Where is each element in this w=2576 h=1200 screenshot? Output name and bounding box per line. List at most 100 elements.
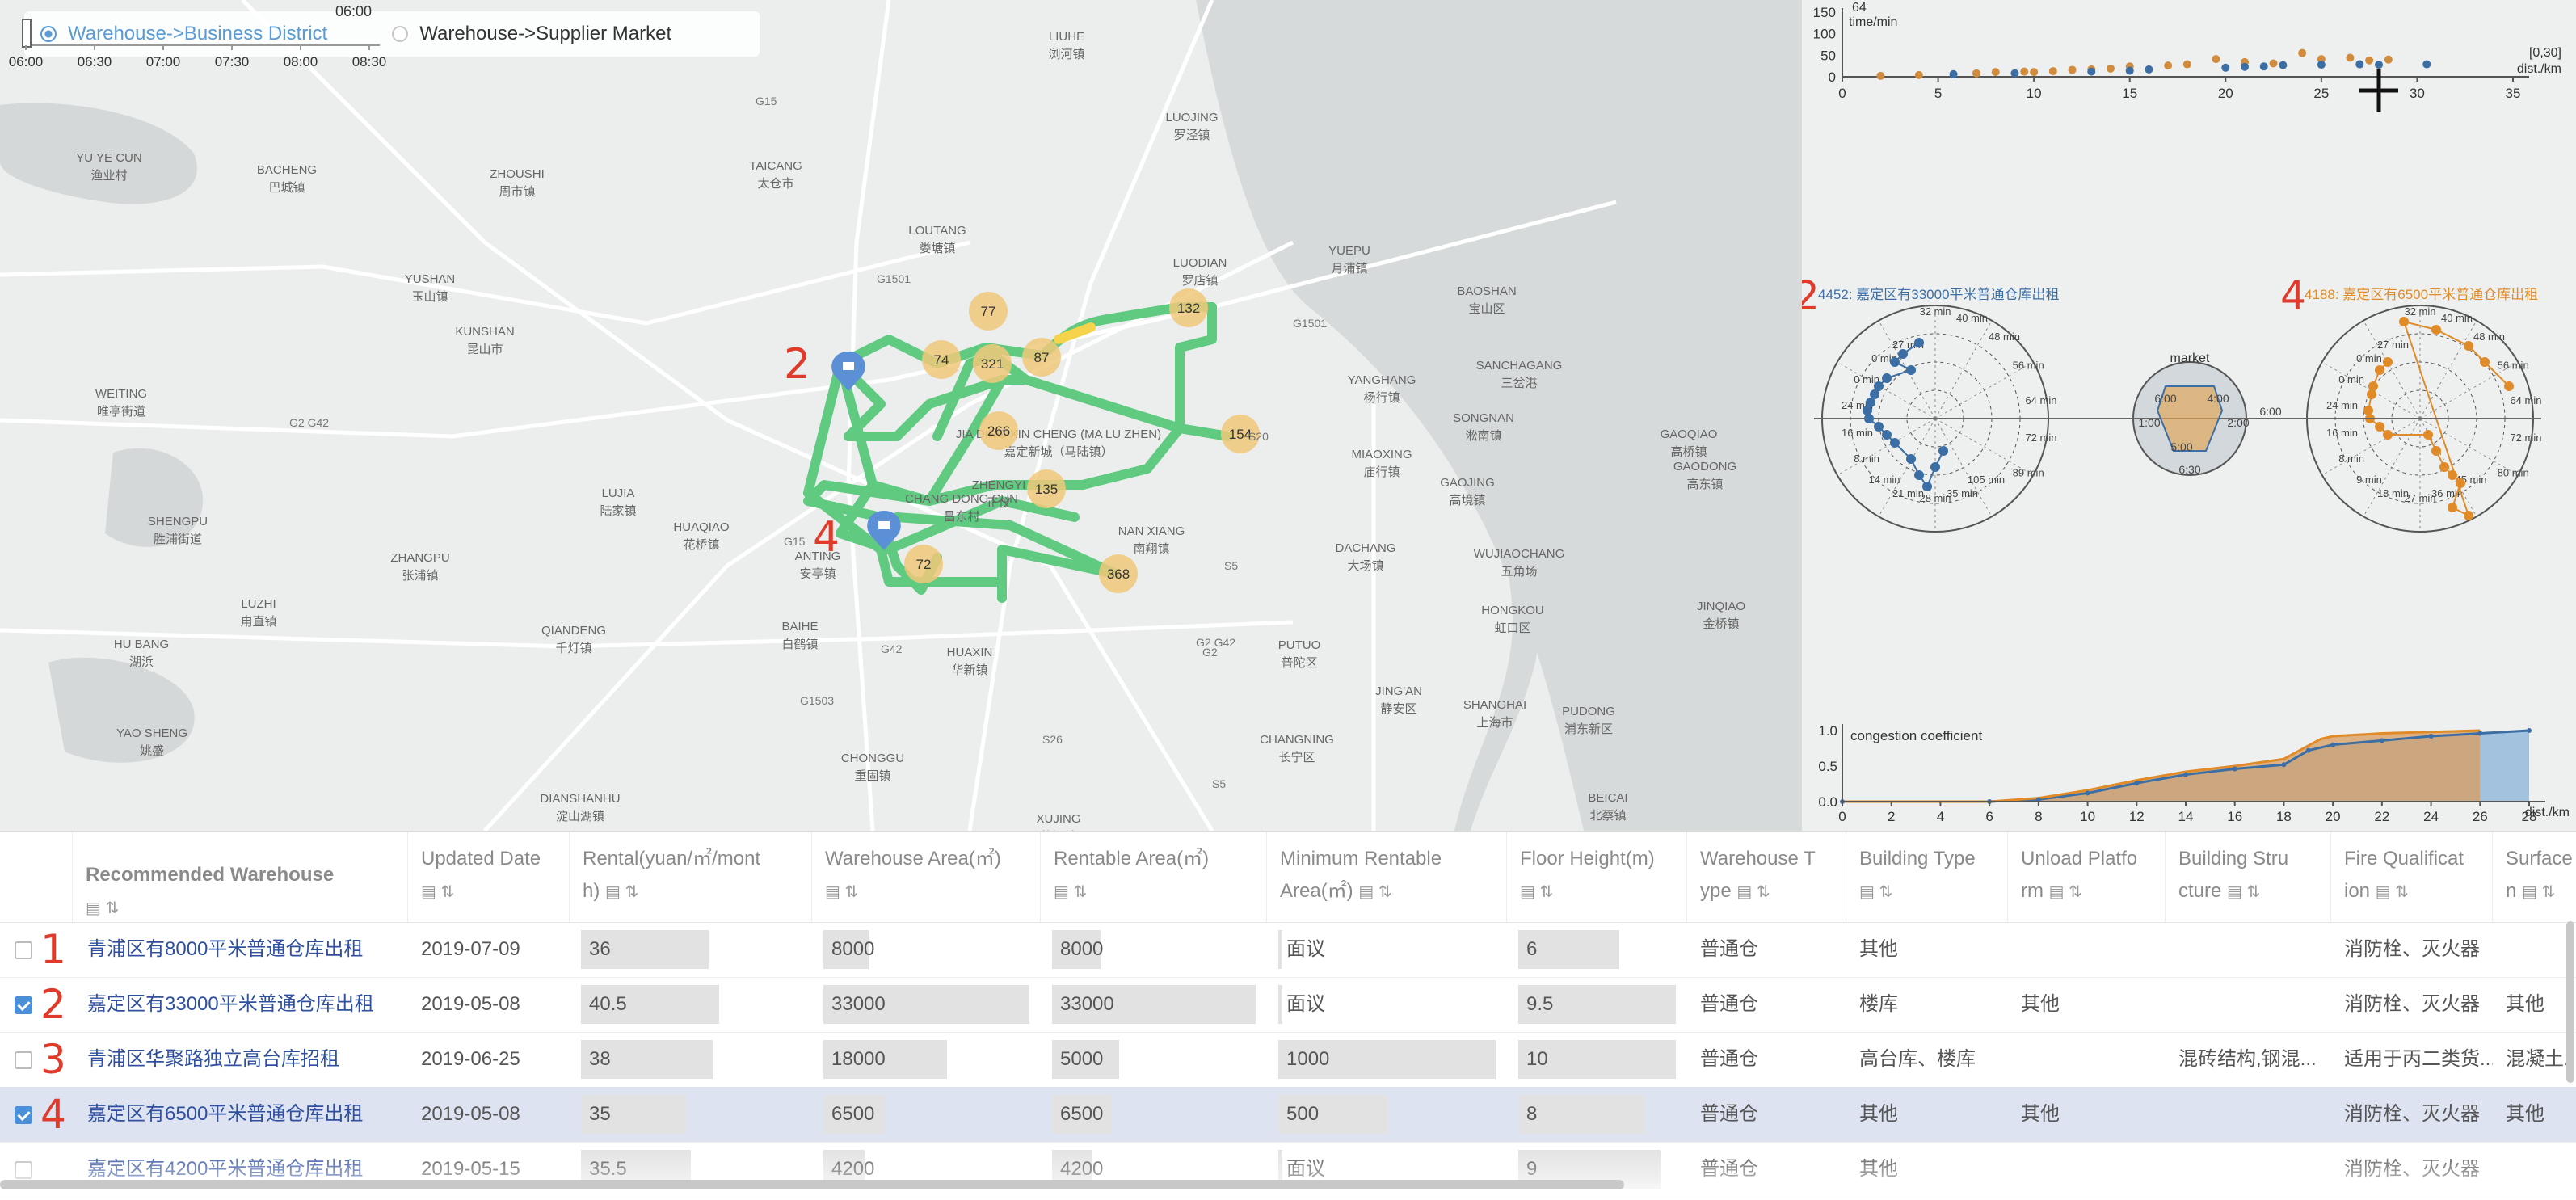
- column-tools-icon[interactable]: ▤ ⇅: [1054, 883, 1087, 901]
- column-header[interactable]: Building Type ▤ ⇅: [1846, 832, 2008, 922]
- column-header[interactable]: Unload Platfo rm ▤ ⇅: [2008, 832, 2166, 922]
- time-slider-handle[interactable]: [22, 19, 32, 48]
- cell-name[interactable]: 青浦区华聚路独立高台库招租: [74, 1032, 410, 1087]
- scatter-point-orange[interactable]: [1914, 70, 1923, 79]
- cluster-marker[interactable]: 72: [904, 545, 943, 583]
- row-checkbox[interactable]: [15, 1051, 32, 1069]
- area-ylabel: congestion coefficient: [1850, 728, 1982, 743]
- table-row[interactable]: 4 嘉定区有6500平米普通仓库出租 2019-05-08 35 6500 6500 500…: [0, 1087, 2576, 1143]
- column-header[interactable]: Minimum Rentable Area(㎡) ▤ ⇅: [1267, 832, 1507, 922]
- column-header[interactable]: Rental(yuan/㎡/mont h) ▤ ⇅: [570, 832, 812, 922]
- vertical-scrollbar[interactable]: [2566, 921, 2574, 1083]
- scatter-point-orange[interactable]: [2107, 64, 2115, 73]
- column-tools-icon[interactable]: ▤ ⇅: [421, 883, 454, 901]
- scatter-point-orange[interactable]: [2365, 56, 2374, 65]
- analysis-canvas[interactable]: 1501005000 5 10 15 20 25 30 35time/min64dist./k…: [1794, 0, 2576, 831]
- scatter-point-orange[interactable]: [1991, 68, 2000, 77]
- radial-tick-label: 0 min: [2356, 352, 2382, 364]
- place-label-zh: 张浦镇: [402, 569, 438, 583]
- time-distance-scatter[interactable]: 150 100 50 00 5 10 15 20 25 30 35 time/min64 dist./k…: [1813, 1, 2561, 112]
- scatter-point-orange[interactable]: [2269, 59, 2278, 68]
- cluster-marker[interactable]: 132: [1169, 288, 1208, 327]
- column-tools-icon[interactable]: ▤ ⇅: [86, 899, 119, 917]
- scatter-point-orange[interactable]: [2020, 67, 2029, 76]
- column-tools-icon[interactable]: ▤ ⇅: [2227, 883, 2260, 901]
- scatter-point-blue[interactable]: [2145, 65, 2153, 74]
- scatter-point-orange[interactable]: [2298, 48, 2307, 57]
- column-tools-icon[interactable]: ▤ ⇅: [825, 883, 858, 901]
- scatter-point-orange[interactable]: [2212, 55, 2220, 64]
- horizontal-scrollbar[interactable]: [0, 1180, 1624, 1189]
- cell-wtype: 普通仓: [1700, 938, 1758, 960]
- column-header[interactable]: Surface n ▤ ⇅: [2493, 832, 2576, 922]
- scatter-point-orange[interactable]: [2384, 55, 2393, 64]
- cell-name[interactable]: 嘉定区有6500平米普通仓库出租: [74, 1087, 410, 1142]
- congestion-area-chart[interactable]: 1.00.50.00 2 4 6 8 10 12 14 16 18 20 22 24 26 28conges…: [1818, 723, 2570, 824]
- row-checkbox[interactable]: [15, 996, 32, 1014]
- cluster-marker[interactable]: 74: [922, 340, 961, 379]
- scatter-point-blue[interactable]: [2279, 61, 2288, 69]
- scatter-point-blue[interactable]: [2259, 62, 2268, 71]
- cell-rentable: 8000: [1060, 938, 1104, 960]
- scatter-point-blue[interactable]: [1949, 69, 1958, 78]
- cluster-marker[interactable]: 87: [1022, 338, 1061, 377]
- scatter-point-orange[interactable]: [1876, 71, 1885, 80]
- column-header[interactable]: Building Stru cture ▤ ⇅: [2166, 832, 2331, 922]
- scatter-point-blue[interactable]: [2317, 61, 2326, 69]
- scatter-point-blue[interactable]: [2422, 60, 2431, 69]
- place-label-zh: 太仓市: [757, 177, 793, 191]
- table-row[interactable]: 1 青浦区有8000平米普通仓库出租 2019-07-09 36 8000 8000 面议 6…: [0, 922, 2576, 978]
- column-tools-icon[interactable]: ▤ ⇅: [1859, 883, 1892, 901]
- column-header[interactable]: Floor Height(m) ▤ ⇅: [1507, 832, 1687, 922]
- scatter-point-orange[interactable]: [2048, 67, 2057, 76]
- table-row[interactable]: 3 青浦区华聚路独立高台库招租 2019-06-25 38 18000 5000 1000 1…: [0, 1032, 2576, 1088]
- cluster-marker[interactable]: 77: [969, 292, 1008, 331]
- column-header[interactable]: Fire Qualificat ion ▤ ⇅: [2331, 832, 2493, 922]
- row-checkbox[interactable]: [15, 941, 32, 959]
- cluster-marker[interactable]: 321: [973, 344, 1012, 383]
- cell-name[interactable]: 嘉定区有33000平米普通仓库出租: [74, 977, 410, 1032]
- radial-charts[interactable]: 32 min40 min48 min56 min64 min72 min89 m…: [1794, 272, 2541, 533]
- column-tools-icon[interactable]: ▤ ⇅: [1736, 883, 1770, 901]
- radial-market-chart[interactable]: market 6:00 6:30 1:00 2:00 4:00 6:00 5:00: [2040, 352, 2533, 476]
- column-header[interactable]: Warehouse T ype ▤ ⇅: [1687, 832, 1846, 922]
- column-tools-icon[interactable]: ▤ ⇅: [2522, 883, 2555, 901]
- scatter-point-orange[interactable]: [2030, 68, 2039, 77]
- time-slider[interactable]: 06:00 06:00 06:30 07:00 07:30 08:00 08:30: [0, 0, 388, 73]
- row-checkbox[interactable]: [15, 1106, 32, 1124]
- map-view[interactable]: LIUHE 浏河镇 LUOJING 罗泾镇 TAICANG 太仓市 ZHOUSHI 周市镇 BA…: [0, 0, 1802, 831]
- scatter-point-blue[interactable]: [2241, 62, 2249, 71]
- scatter-range-label: [0,30]: [2529, 46, 2561, 60]
- column-tools-icon[interactable]: ▤ ⇅: [2049, 883, 2082, 901]
- table-row[interactable]: 2 嘉定区有33000平米普通仓库出租 2019-05-08 40.5 33000 330…: [0, 977, 2576, 1033]
- cluster-marker[interactable]: 266: [979, 411, 1018, 450]
- column-tools-icon[interactable]: ▤ ⇅: [1520, 883, 1553, 901]
- scatter-point-orange[interactable]: [2164, 61, 2173, 70]
- scatter-point-orange[interactable]: [2346, 53, 2355, 62]
- radial-chart[interactable]: 32 min40 min48 min56 min64 min72 min80 m…: [2280, 272, 2541, 533]
- column-header[interactable]: Warehouse Area(㎡) ▤ ⇅: [812, 832, 1041, 922]
- map-canvas[interactable]: LIUHE 浏河镇 LUOJING 罗泾镇 TAICANG 太仓市 ZHOUSHI 周市镇 BA…: [0, 0, 1802, 831]
- scatter-point-orange[interactable]: [1972, 69, 1980, 78]
- column-header-label: Warehouse Area(㎡): [825, 848, 1001, 869]
- column-header[interactable]: Updated Date ▤ ⇅: [408, 832, 570, 922]
- cluster-marker[interactable]: 135: [1027, 469, 1066, 508]
- column-header[interactable]: Recommended Warehouse ▤ ⇅: [73, 832, 408, 922]
- cluster-marker[interactable]: 368: [1099, 554, 1138, 593]
- radial-chart[interactable]: 32 min 40 min48 min 56 min 64 min 72 min 89 m…: [1794, 272, 2060, 533]
- scatter-point-blue[interactable]: [2010, 69, 2019, 78]
- cell-name[interactable]: 青浦区有8000平米普通仓库出租: [74, 922, 410, 977]
- scatter-point-blue[interactable]: [2355, 60, 2364, 69]
- column-tools-icon[interactable]: ▤ ⇅: [605, 883, 638, 901]
- scatter-point-blue[interactable]: [2087, 67, 2096, 76]
- column-header[interactable]: Rentable Area(㎡) ▤ ⇅: [1041, 832, 1267, 922]
- area-ytick: 0.5: [1818, 759, 1837, 774]
- scatter-point-blue[interactable]: [2221, 63, 2230, 72]
- column-tools-icon[interactable]: ▤ ⇅: [2376, 883, 2409, 901]
- radio-supplier-market[interactable]: Warehouse->Supplier Market: [376, 23, 671, 45]
- scatter-point-orange[interactable]: [2068, 65, 2077, 74]
- scatter-point-orange[interactable]: [2182, 60, 2191, 69]
- column-tools-icon[interactable]: ▤ ⇅: [1358, 883, 1391, 901]
- scatter-point-blue[interactable]: [2375, 61, 2383, 69]
- scatter-point-blue[interactable]: [2125, 66, 2134, 75]
